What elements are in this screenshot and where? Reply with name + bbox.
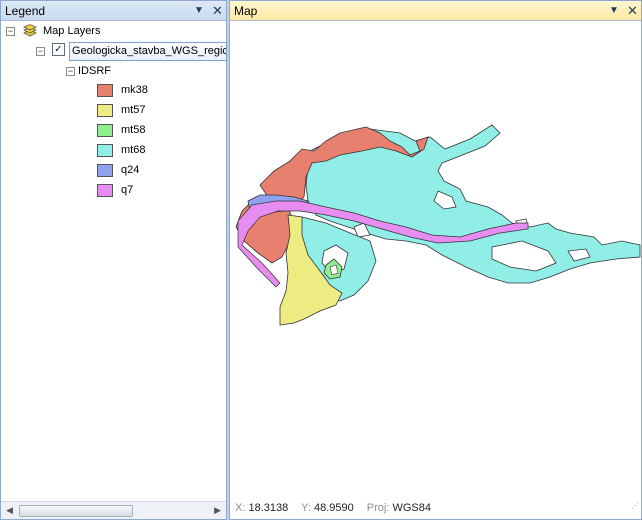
class-label: mt57 [121, 104, 146, 116]
class-label: q7 [121, 184, 134, 196]
scroll-right-icon[interactable]: ▶ [214, 505, 221, 516]
legend-close-icon[interactable]: ✕ [212, 1, 223, 21]
geology-map[interactable] [230, 21, 641, 497]
class-swatch [97, 104, 113, 117]
scroll-left-icon[interactable]: ◀ [6, 505, 13, 516]
class-swatch [97, 124, 113, 137]
field-label: IDSRF [78, 65, 111, 77]
layer-collapse-toggle[interactable]: − [36, 47, 45, 56]
legend-titlebar: Legend ▼ ✕ [1, 1, 226, 21]
map-layers-collapse-toggle[interactable]: − [6, 27, 15, 36]
class-label: q24 [121, 164, 140, 176]
class-label: mt58 [121, 124, 146, 136]
y-coordinate-value: 48.9590 [313, 502, 354, 514]
projection-value: WGS84 [392, 502, 431, 514]
class-label: mk38 [121, 84, 148, 96]
x-coordinate-value: 18.3138 [248, 502, 289, 514]
map-titlebar: Map ▼ ✕ [230, 1, 641, 21]
map-menu-dropdown-icon[interactable]: ▼ [609, 1, 619, 21]
projection-label: Proj: [366, 502, 390, 514]
resize-grip-icon[interactable]: ⋰ [631, 495, 639, 517]
class-swatch [97, 184, 113, 197]
legend-tree: − Map Layers − ✓ Geologicka_stavba_WGS_r… [1, 21, 227, 501]
legend-title: Legend [5, 4, 46, 18]
legend-horizontal-scrollbar[interactable]: ◀ ▶ [1, 501, 226, 519]
map-canvas[interactable] [230, 21, 641, 497]
class-swatch [97, 84, 113, 97]
field-collapse-toggle[interactable]: − [66, 67, 75, 76]
layer-name-item[interactable]: Geologicka_stavba_WGS_region [69, 42, 227, 61]
scrollbar-thumb[interactable] [19, 505, 133, 517]
legend-panel: Legend ▼ ✕ − Map Layers − ✓ Geologicka_s… [0, 0, 227, 520]
class-swatch [97, 164, 113, 177]
x-coordinate-label: X: [235, 502, 246, 514]
map-panel: Map ▼ ✕ X: 18.3138 Y: 48.9590 Proj: WGS8… [229, 0, 642, 520]
class-swatch [97, 144, 113, 157]
layer-visibility-checkbox[interactable]: ✓ [52, 43, 65, 56]
map-statusbar: X: 18.3138 Y: 48.9590 Proj: WGS84 ⋰ [230, 497, 641, 519]
map-title: Map [234, 4, 258, 18]
y-coordinate-label: Y: [301, 502, 311, 514]
layers-stack-icon [23, 24, 37, 37]
legend-menu-dropdown-icon[interactable]: ▼ [194, 1, 204, 21]
map-layers-label[interactable]: Map Layers [43, 22, 100, 40]
map-close-icon[interactable]: ✕ [627, 1, 638, 21]
class-label: mt68 [121, 144, 146, 156]
